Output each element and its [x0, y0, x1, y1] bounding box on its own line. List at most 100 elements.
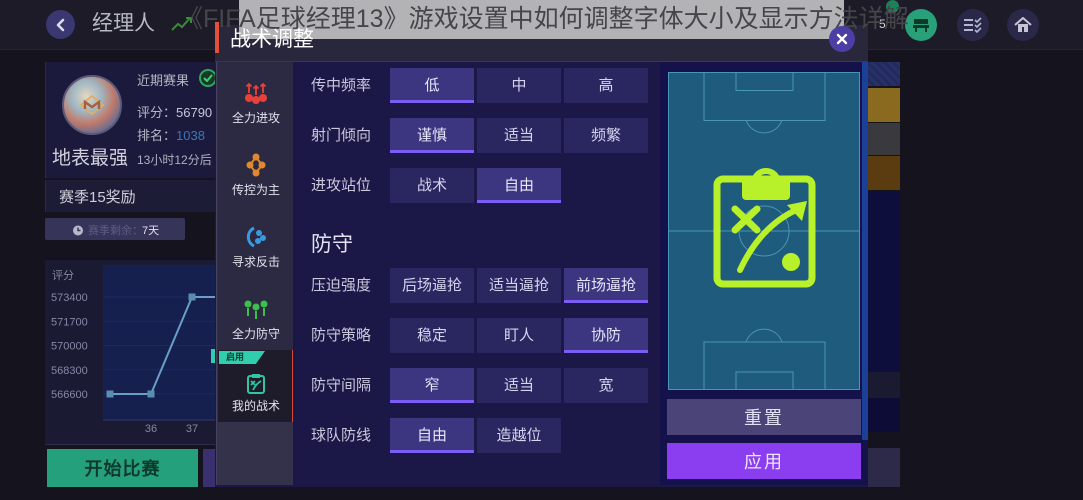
x-tick-label: 37 — [186, 423, 198, 435]
option-button[interactable]: 低 — [390, 68, 474, 103]
reset-button[interactable]: 重置 — [667, 399, 861, 435]
preset-my-tactics[interactable]: 启用 我的战术 — [218, 350, 295, 422]
setting-label: 球队防线 — [311, 427, 372, 444]
y-tick-label: 571700 — [51, 316, 88, 328]
rating-label: 评分： — [137, 105, 177, 120]
rating-point — [106, 390, 114, 398]
home-button[interactable] — [1007, 9, 1039, 41]
start-match-button[interactable]: 开始比赛 — [47, 449, 198, 487]
season-remaining-label: 赛季剩余： — [88, 225, 143, 237]
active-badge: 启用 — [219, 351, 265, 364]
background-block — [868, 448, 900, 487]
tasks-button[interactable] — [957, 9, 989, 41]
setting-label: 传中频率 — [311, 77, 372, 94]
option-button[interactable]: 频繁 — [564, 118, 648, 153]
option-button[interactable]: 战术 — [390, 168, 474, 203]
modal-title: 战术调整 — [230, 28, 314, 51]
rating-point — [147, 390, 155, 398]
screen-title: 经理人 — [92, 12, 155, 35]
back-button[interactable] — [46, 10, 75, 39]
season-remaining-pill: 赛季剩余： 7天 — [45, 218, 185, 240]
background-block — [868, 62, 900, 86]
option-button[interactable]: 稳定 — [390, 318, 474, 353]
option-button[interactable]: 后场逼抢 — [390, 268, 474, 303]
game-screen: 经理人 5 近期赛果 评分：56790 排名：1038 13小时12分后 地表最… — [0, 0, 1083, 500]
preset-label: 寻求反击 — [231, 255, 280, 269]
option-button[interactable]: 高 — [564, 68, 648, 103]
tactics-modal: 战术调整 全力进攻 传控为主 寻求反击 全力防守 启用 我的战术 传中频率 低 … — [215, 22, 868, 487]
checklist-icon — [964, 17, 982, 33]
header-accent — [215, 22, 219, 53]
rank-label: 排名： — [137, 128, 177, 143]
setting-label: 压迫强度 — [311, 277, 372, 294]
season-remaining-value: 7天 — [142, 225, 160, 237]
preset-label: 全力防守 — [231, 327, 280, 341]
apply-button[interactable]: 应用 — [667, 443, 861, 479]
close-icon — [836, 33, 848, 45]
preset-label: 我的战术 — [231, 399, 280, 413]
y-axis-label: 评分 — [52, 269, 74, 282]
setting-label: 进攻站位 — [311, 177, 372, 194]
background-block — [868, 191, 900, 371]
x-tick-label: 36 — [145, 423, 157, 435]
preset-full-attack[interactable]: 全力进攻 — [218, 62, 295, 134]
home-icon — [1014, 17, 1032, 32]
defense-heading: 防守 — [311, 233, 353, 256]
option-button[interactable]: 适当逼抢 — [477, 268, 561, 303]
pitch-preview — [668, 72, 860, 390]
option-button[interactable]: 谨慎 — [390, 118, 474, 153]
preset-counter-attack[interactable]: 寻求反击 — [218, 206, 295, 278]
tactics-board-icon — [713, 168, 816, 288]
y-tick-label: 570000 — [51, 341, 88, 353]
option-button[interactable]: 自由 — [477, 168, 561, 203]
clipboard-icon — [243, 371, 269, 395]
bench-button[interactable] — [905, 9, 937, 41]
option-button[interactable]: 盯人 — [477, 318, 561, 353]
setting-label: 防守间隔 — [311, 377, 372, 394]
option-button[interactable]: 窄 — [390, 368, 474, 403]
y-tick-label: 573400 — [51, 292, 88, 304]
countdown-text: 13小时12分后 — [137, 153, 212, 167]
option-button[interactable]: 协防 — [564, 318, 648, 353]
preset-label: 全力进攻 — [231, 111, 280, 125]
option-button[interactable]: 适当 — [477, 118, 561, 153]
preset-possession[interactable]: 传控为主 — [218, 134, 295, 206]
option-button[interactable]: 中 — [477, 68, 561, 103]
setting-label: 射门倾向 — [311, 127, 372, 144]
rating-value: 56790 — [176, 105, 213, 120]
option-button[interactable]: 宽 — [564, 368, 648, 403]
rank-value: 1038 — [176, 128, 205, 143]
background-block — [868, 156, 900, 190]
background-block — [868, 88, 900, 122]
background-block — [868, 372, 900, 398]
rating-chart: 573400 571700 570000 568300 566600 评分 36 37 — [51, 265, 215, 435]
background-block — [868, 398, 900, 432]
bench-icon — [913, 19, 929, 32]
rating-point — [188, 293, 196, 301]
team-name: 地表最强 — [52, 148, 129, 169]
option-button[interactable]: 自由 — [390, 418, 474, 453]
panel-edge — [862, 62, 868, 440]
preset-label: 传控为主 — [231, 183, 280, 197]
option-button[interactable]: 适当 — [477, 368, 561, 403]
possession-icon — [243, 153, 269, 177]
attack-icon — [243, 81, 269, 105]
club-crest-icon — [79, 94, 105, 116]
season-reward-row[interactable]: 赛季15奖励 — [45, 180, 215, 212]
close-button[interactable] — [829, 26, 855, 52]
y-tick-label: 568300 — [51, 365, 88, 377]
setting-label: 防守策略 — [311, 327, 372, 344]
defend-icon — [243, 297, 269, 321]
counter-attack-icon — [243, 225, 269, 249]
clock-icon — [72, 223, 84, 241]
avatar[interactable] — [62, 75, 122, 135]
preset-full-defense[interactable]: 全力防守 — [218, 278, 295, 350]
rating-row: 评分：56790 — [137, 102, 212, 121]
chevron-left-icon — [56, 18, 64, 31]
rank-row: 排名：1038 — [137, 125, 205, 144]
tactics-preset-sidebar: 全力进攻 传控为主 寻求反击 全力防守 启用 我的战术 — [216, 62, 295, 485]
option-button[interactable]: 前场逼抢 — [564, 268, 648, 303]
option-button[interactable]: 造越位 — [477, 418, 561, 453]
y-tick-label: 566600 — [51, 389, 88, 401]
recent-results-label: 近期赛果 — [137, 73, 190, 88]
